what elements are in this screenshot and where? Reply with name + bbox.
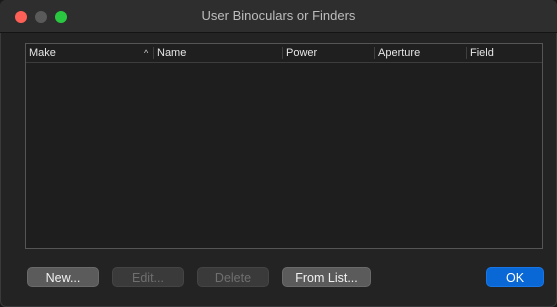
column-divider [153, 47, 154, 59]
column-header-aperture[interactable]: Aperture [378, 44, 420, 62]
title-bar: User Binoculars or Finders [0, 0, 557, 33]
binoculars-table[interactable]: Make ^ Name Power Aperture Field [25, 43, 543, 249]
window-title: User Binoculars or Finders [201, 8, 356, 23]
from-list-button[interactable]: From List... [282, 267, 371, 287]
edit-button[interactable]: Edit... [112, 267, 184, 287]
sort-ascending-icon: ^ [144, 48, 149, 58]
column-header-power[interactable]: Power [286, 44, 317, 62]
new-button[interactable]: New... [27, 267, 99, 287]
table-header: Make ^ Name Power Aperture Field [26, 44, 542, 63]
column-divider [282, 47, 283, 59]
delete-button[interactable]: Delete [197, 267, 269, 287]
ok-button[interactable]: OK [486, 267, 544, 287]
column-header-name[interactable]: Name [157, 44, 186, 62]
column-divider [466, 47, 467, 59]
column-header-make[interactable]: Make [29, 44, 56, 62]
column-divider [374, 47, 375, 59]
dialog-window: User Binoculars or Finders Make ^ Name P… [0, 0, 557, 307]
column-header-field[interactable]: Field [470, 44, 494, 62]
